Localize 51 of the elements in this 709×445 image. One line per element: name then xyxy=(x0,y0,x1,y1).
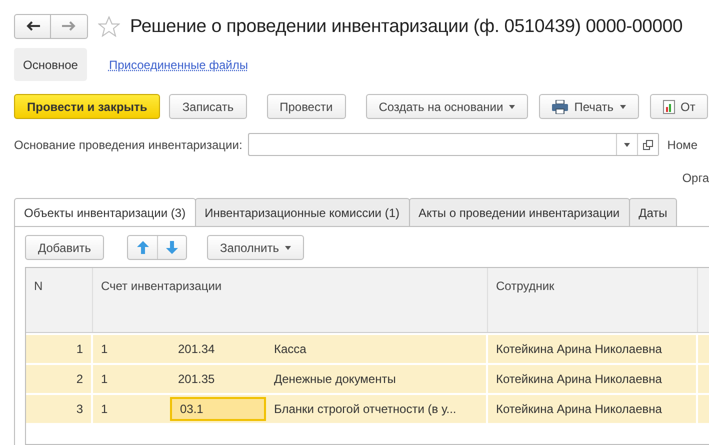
table-cell-text: 1 xyxy=(100,371,109,388)
toolbar-button[interactable]: Записать xyxy=(169,94,247,119)
table-cell: Денежные документы xyxy=(266,365,488,393)
tab[interactable]: Объекты инвентаризации (3) xyxy=(14,198,196,227)
table-cell: 3 xyxy=(26,395,93,423)
basis-field[interactable] xyxy=(248,133,660,156)
table-cell: 2 xyxy=(26,365,93,393)
tab[interactable]: Инвентаризационные комиссии (1) xyxy=(194,198,410,227)
table-cell: 1 xyxy=(26,335,93,363)
toolbar-button[interactable]: Печать xyxy=(539,94,638,119)
fill-button[interactable]: Заполнить xyxy=(207,235,304,260)
field-label: Номе xyxy=(667,138,698,152)
table-cell-text: 1 xyxy=(100,401,109,418)
caret-icon xyxy=(284,246,291,250)
toolbar-button[interactable]: Создать на основании xyxy=(366,94,528,119)
table-cell: Котейкина Арина Николаевна xyxy=(488,365,698,393)
table-cell-text: 1 xyxy=(100,341,109,358)
toolbar-button[interactable]: Провести xyxy=(266,94,346,119)
table-cell: Котейкина Арина Николаевна xyxy=(488,335,698,363)
table-cell: Касса xyxy=(266,335,488,363)
add-button[interactable]: Добавить xyxy=(25,235,104,260)
table-cell-text: 201.35 xyxy=(177,371,216,388)
caret-icon xyxy=(620,104,626,108)
printer-icon xyxy=(552,100,568,114)
right-arrow-icon xyxy=(62,21,76,31)
caret-icon xyxy=(624,142,630,146)
window-title: Решение о проведении инвентаризации (ф. 0510439) 0000-00000 xyxy=(130,15,683,37)
tab[interactable]: Даты xyxy=(628,198,678,227)
table-cell-text: 201.34 xyxy=(177,341,216,358)
back-button[interactable] xyxy=(14,14,51,38)
table-cell: Бланки строгой отчетности (в у... xyxy=(266,395,488,423)
column-header: Сотрудник xyxy=(488,268,698,332)
table-cell: Котейкина Арина Николаевна xyxy=(488,395,698,423)
active-cell: 03.1 xyxy=(170,397,266,421)
field-label: Орга xyxy=(682,171,709,185)
section-tab[interactable]: Основное xyxy=(14,48,87,81)
star-icon[interactable] xyxy=(98,16,120,36)
field-label: Основание проведения инвентаризации: xyxy=(14,138,242,152)
tab[interactable]: Акты о проведении инвентаризации xyxy=(408,198,630,227)
column-header: Счет инвентаризации xyxy=(93,268,488,332)
chart-document-icon xyxy=(662,100,674,114)
toolbar-button[interactable]: Провести и закрыть xyxy=(14,94,160,119)
left-arrow-icon xyxy=(26,21,40,31)
up-arrow-icon xyxy=(136,241,149,254)
section-link[interactable]: Присоединенные файлы xyxy=(100,48,257,81)
column-header: N xyxy=(26,268,93,332)
caret-icon xyxy=(509,104,516,108)
open-icon xyxy=(643,140,654,150)
open-button[interactable] xyxy=(637,134,658,155)
down-arrow-icon xyxy=(166,241,178,254)
toolbar-button[interactable]: От xyxy=(650,94,708,119)
